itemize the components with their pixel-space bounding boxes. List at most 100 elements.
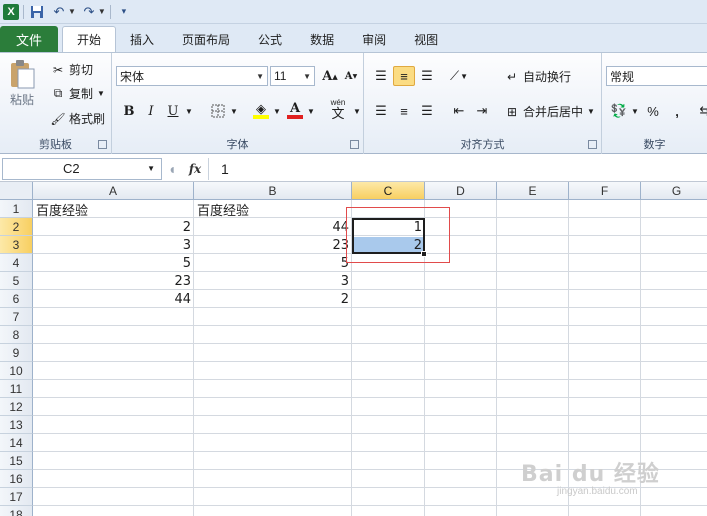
column-header-b[interactable]: B: [194, 182, 352, 200]
cell-b2[interactable]: 44: [194, 218, 352, 236]
number-format-combo[interactable]: 常规: [606, 66, 707, 86]
accounting-format-button[interactable]: 💱: [608, 101, 630, 121]
cell-b6[interactable]: 2: [194, 290, 352, 308]
copy-dropdown-icon[interactable]: ▼: [97, 89, 105, 98]
column-header-g[interactable]: G: [641, 182, 707, 200]
cell-a6[interactable]: 44: [33, 290, 194, 308]
align-left-button[interactable]: ☰: [370, 101, 392, 121]
font-color-button[interactable]: A: [284, 101, 306, 121]
align-center-button[interactable]: ≡: [393, 101, 415, 121]
tab-data[interactable]: 数据: [296, 26, 348, 52]
cell-b3[interactable]: 23: [194, 236, 352, 254]
row-header-13[interactable]: 13: [0, 416, 33, 434]
row-header-1[interactable]: 1: [0, 200, 33, 218]
row-header-16[interactable]: 16: [0, 470, 33, 488]
row-header-10[interactable]: 10: [0, 362, 33, 380]
cut-button[interactable]: ✂ 剪切: [50, 61, 93, 78]
column-header-c[interactable]: C: [352, 182, 425, 200]
save-icon[interactable]: [28, 3, 46, 21]
font-name-combo[interactable]: 宋体 ▼: [116, 66, 268, 86]
font-size-dropdown-icon[interactable]: ▼: [303, 72, 311, 81]
redo-icon[interactable]: ↷: [80, 3, 98, 21]
column-header-d[interactable]: D: [425, 182, 497, 200]
row-header-18[interactable]: 18: [0, 506, 33, 516]
wrap-text-button[interactable]: ↵ 自动换行: [504, 68, 571, 85]
cell-a4[interactable]: 5: [33, 254, 194, 272]
row-header-8[interactable]: 8: [0, 326, 33, 344]
cell-b5[interactable]: 3: [194, 272, 352, 290]
row-header-4[interactable]: 4: [0, 254, 33, 272]
grow-font-button[interactable]: A ▲: [319, 66, 341, 86]
tab-insert[interactable]: 插入: [116, 26, 168, 52]
column-header-e[interactable]: E: [497, 182, 569, 200]
formula-input[interactable]: 1: [208, 157, 707, 180]
insert-function-button[interactable]: fx: [182, 158, 208, 180]
row-header-9[interactable]: 9: [0, 344, 33, 362]
orientation-dropdown-icon[interactable]: ▼: [460, 72, 468, 81]
row-header-2[interactable]: 2: [0, 218, 33, 236]
percent-button[interactable]: %: [642, 101, 664, 121]
increase-decimal-button[interactable]: ⇆: [694, 101, 707, 121]
tab-formulas[interactable]: 公式: [244, 26, 296, 52]
font-size-combo[interactable]: 11 ▼: [270, 66, 315, 86]
cell-a3[interactable]: 3: [33, 236, 194, 254]
row-header-6[interactable]: 6: [0, 290, 33, 308]
cell-a5[interactable]: 23: [33, 272, 194, 290]
cell-b1[interactable]: 百度经验: [194, 200, 352, 219]
tab-review[interactable]: 审阅: [348, 26, 400, 52]
accounting-dropdown-icon[interactable]: ▼: [631, 107, 639, 116]
row-header-11[interactable]: 11: [0, 380, 33, 398]
fill-color-button[interactable]: ◈: [250, 101, 272, 121]
orientation-button[interactable]: ⟋ ▼: [448, 66, 470, 86]
redo-dropdown-icon[interactable]: ▼: [98, 7, 106, 16]
customize-icon[interactable]: ▾: [115, 3, 133, 21]
select-all-corner[interactable]: [0, 182, 33, 200]
merge-center-button[interactable]: ⊞ 合并后居中 ▼: [504, 103, 595, 120]
row-header-5[interactable]: 5: [0, 272, 33, 290]
borders-dropdown-icon[interactable]: ▼: [230, 107, 238, 116]
cell-b4[interactable]: 5: [194, 254, 352, 272]
align-top-button[interactable]: ☰: [370, 66, 392, 86]
row-header-3[interactable]: 3: [0, 236, 33, 254]
align-right-button[interactable]: ☰: [416, 101, 438, 121]
name-box-dropdown-icon[interactable]: ▼: [147, 164, 155, 173]
column-header-f[interactable]: F: [569, 182, 641, 200]
bold-button[interactable]: B: [118, 101, 140, 121]
comma-button[interactable]: ,: [666, 101, 688, 121]
align-bottom-button[interactable]: ☰: [416, 66, 438, 86]
font-launcher-icon[interactable]: [350, 140, 359, 149]
phonetic-button[interactable]: wén 文: [324, 98, 352, 120]
decrease-indent-button[interactable]: ⇤: [448, 101, 470, 121]
alignment-launcher-icon[interactable]: [588, 140, 597, 149]
tab-file[interactable]: 文件: [0, 26, 58, 52]
font-name-dropdown-icon[interactable]: ▼: [256, 72, 264, 81]
row-header-15[interactable]: 15: [0, 452, 33, 470]
underline-dropdown-icon[interactable]: ▼: [185, 107, 193, 116]
cell-a1[interactable]: 百度经验: [33, 200, 194, 219]
phonetic-dropdown-icon[interactable]: ▼: [353, 107, 361, 116]
borders-button[interactable]: [207, 101, 229, 121]
row-header-14[interactable]: 14: [0, 434, 33, 452]
merge-center-dropdown-icon[interactable]: ▼: [587, 107, 595, 116]
tab-home[interactable]: 开始: [62, 26, 117, 52]
font-color-dropdown-icon[interactable]: ▼: [307, 107, 315, 116]
underline-button[interactable]: U: [162, 101, 184, 121]
increase-indent-button[interactable]: ⇥: [471, 101, 493, 121]
shrink-font-button[interactable]: A ▼: [340, 66, 362, 86]
align-middle-button[interactable]: ≡: [393, 66, 415, 86]
paste-button[interactable]: 粘贴: [8, 59, 36, 108]
row-header-17[interactable]: 17: [0, 488, 33, 506]
cell-a2[interactable]: 2: [33, 218, 194, 236]
name-box[interactable]: C2 ▼: [2, 157, 162, 180]
row-header-12[interactable]: 12: [0, 398, 33, 416]
clipboard-launcher-icon[interactable]: [98, 140, 107, 149]
tab-view[interactable]: 视图: [400, 26, 452, 52]
fill-color-dropdown-icon[interactable]: ▼: [273, 107, 281, 116]
column-header-a[interactable]: A: [33, 182, 194, 200]
row-header-7[interactable]: 7: [0, 308, 33, 326]
format-painter-button[interactable]: 🖌 格式刷: [50, 110, 105, 127]
undo-icon[interactable]: ↶: [50, 3, 68, 21]
undo-dropdown-icon[interactable]: ▼: [68, 7, 76, 16]
italic-button[interactable]: I: [140, 101, 162, 121]
tab-page-layout[interactable]: 页面布局: [168, 26, 244, 52]
